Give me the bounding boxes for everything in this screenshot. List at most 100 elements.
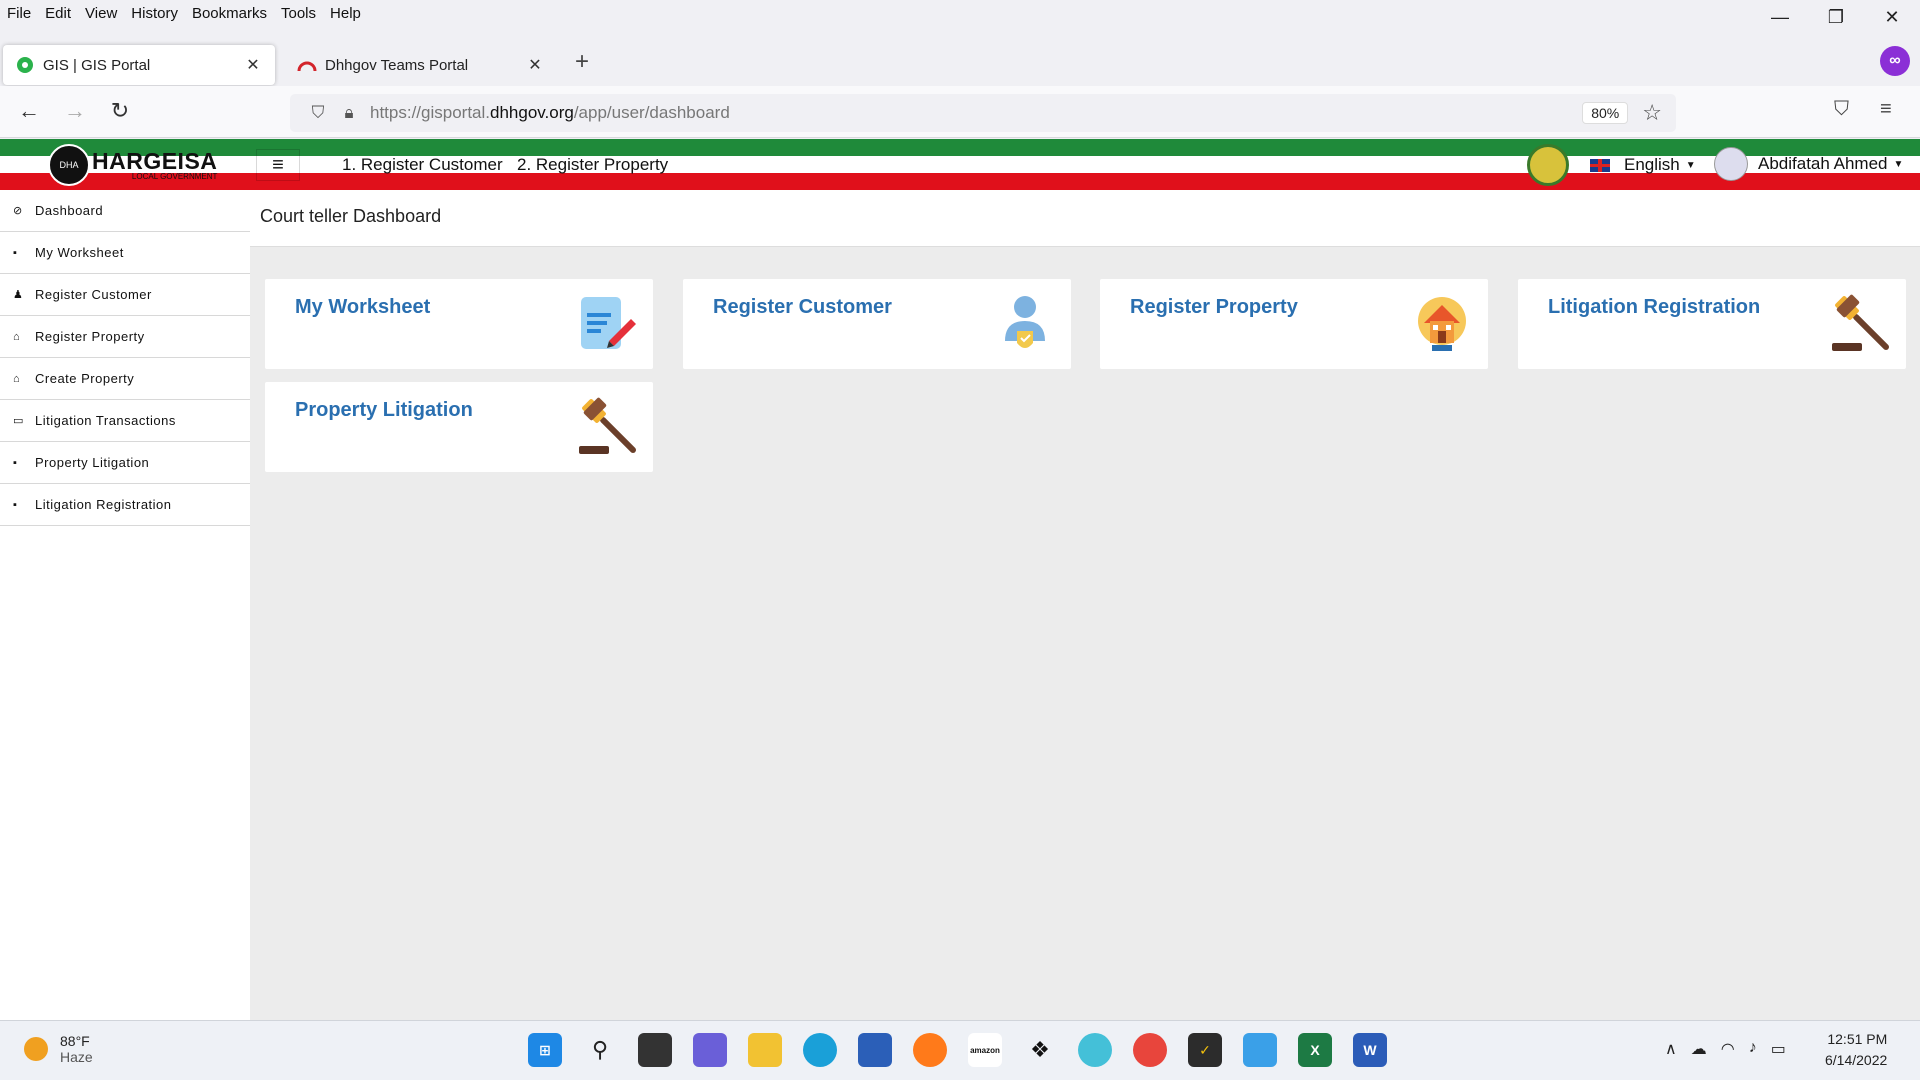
store-icon[interactable] [858, 1033, 892, 1067]
lock-icon[interactable]: 🔒︎ [336, 103, 362, 123]
tab-strip: GIS | GIS Portal ✕ Dhhgov Teams Portal ✕… [0, 40, 1920, 86]
minimize-button[interactable]: — [1752, 0, 1808, 34]
shield-icon[interactable]: ⛉ [300, 103, 336, 123]
hamburger-menu-icon[interactable]: ≡ [256, 149, 300, 181]
wifi-icon[interactable]: ◠ [1721, 1039, 1735, 1059]
card-litigation-registration[interactable]: Litigation Registration [1518, 279, 1906, 369]
teams-chat-icon[interactable] [693, 1033, 727, 1067]
word-icon[interactable]: W [1353, 1033, 1387, 1067]
zoom-level[interactable]: 80% [1582, 102, 1629, 124]
shortcut-register-customer[interactable]: 1. Register Customer [342, 155, 503, 175]
menu-help[interactable]: Help [323, 5, 368, 22]
menu-bookmarks[interactable]: Bookmarks [185, 5, 274, 22]
menu-history[interactable]: History [124, 5, 185, 22]
menu-tools[interactable]: Tools [274, 5, 323, 22]
sidebar-item-register-customer[interactable]: ♟ Register Customer [0, 274, 250, 316]
url-text[interactable]: https://gisportal.dhhgov.org/app/user/da… [370, 103, 1582, 123]
tab-gis-portal[interactable]: GIS | GIS Portal ✕ [3, 45, 275, 85]
bookmark-star-icon[interactable]: ☆ [1642, 100, 1662, 126]
firefox-icon[interactable] [913, 1033, 947, 1067]
sidebar: ⊘ Dashboard ▪ My Worksheet ♟ Register Custo… [0, 190, 250, 1020]
user-menu[interactable]: Abdifatah Ahmed ▼ [1714, 147, 1903, 181]
chrome-icon[interactable] [1133, 1033, 1167, 1067]
book-icon: ▪ [13, 456, 18, 469]
app-menu-icon[interactable]: ≡ [1880, 98, 1892, 121]
pocket-icon[interactable]: ⛉ [1834, 98, 1849, 121]
user-icon: ♟ [13, 289, 24, 301]
language-selector[interactable]: English ▼ [1590, 155, 1696, 175]
close-tab-icon[interactable]: ✕ [525, 55, 545, 75]
sidebar-item-create-property[interactable]: ⌂ Create Property [0, 358, 250, 400]
dropbox-icon[interactable]: ❖ [1023, 1033, 1057, 1067]
reload-button[interactable]: ↻ [105, 98, 135, 124]
shortcut-register-property[interactable]: 2. Register Property [517, 155, 668, 175]
uk-flag-icon [1590, 158, 1610, 172]
edge-icon[interactable] [803, 1033, 837, 1067]
hargeisa-logo[interactable]: DHA HARGEISA LOCAL GOVERNMENT [48, 143, 217, 187]
sidebar-item-property-litigation[interactable]: ▪ Property Litigation [0, 442, 250, 484]
card-my-worksheet[interactable]: My Worksheet [265, 279, 653, 369]
logo-subtitle: LOCAL GOVERNMENT [131, 171, 218, 181]
logo-emblem-icon: DHA [48, 144, 90, 186]
home-icon: ⌂ [13, 330, 21, 343]
mail-icon[interactable] [1078, 1033, 1112, 1067]
home-icon: ⌂ [13, 372, 21, 385]
forward-button[interactable]: → [60, 98, 90, 124]
start-icon[interactable]: ⊞ [528, 1033, 562, 1067]
sidebar-item-register-property[interactable]: ⌂ Register Property [0, 316, 250, 358]
menu-view[interactable]: View [78, 5, 124, 22]
restore-button[interactable]: ❐ [1808, 0, 1864, 34]
chevron-up-icon[interactable]: ∧ [1665, 1039, 1677, 1059]
battery-icon[interactable]: ▭ [1771, 1039, 1786, 1059]
government-seal-icon [1527, 144, 1569, 186]
sidebar-item-label: Property Litigation [35, 455, 150, 470]
search-icon[interactable]: ⚲ [583, 1033, 617, 1067]
close-window-button[interactable]: ✕ [1864, 0, 1920, 34]
chevron-down-icon: ▼ [1893, 158, 1904, 170]
card-title: Register Property [1130, 296, 1298, 318]
new-tab-button[interactable]: + [575, 48, 589, 76]
logo-title: HARGEISA [92, 147, 218, 174]
tab-teams-portal[interactable]: Dhhgov Teams Portal ✕ [285, 45, 557, 85]
card-register-property[interactable]: Register Property [1100, 279, 1488, 369]
chevron-down-icon: ▼ [1685, 159, 1696, 171]
sidebar-item-litigation-transactions[interactable]: ▭ Litigation Transactions [0, 400, 250, 442]
weather-widget[interactable]: 88°F Haze [24, 1033, 93, 1065]
extension-icon[interactable]: ∞ [1880, 46, 1910, 76]
dashboard-area: My Worksheet Register Customer Register … [250, 247, 1920, 1020]
amazon-icon[interactable]: amazon [968, 1033, 1002, 1067]
sidebar-item-label: Litigation Registration [35, 497, 172, 512]
task-view-icon[interactable] [638, 1033, 672, 1067]
user-name: Abdifatah Ahmed [1758, 154, 1888, 173]
card-title: Property Litigation [295, 399, 473, 421]
norton-icon[interactable]: ✓ [1188, 1033, 1222, 1067]
cloud-icon[interactable]: ☁ [1691, 1039, 1707, 1059]
back-button[interactable]: ← [14, 98, 44, 124]
excel-icon[interactable]: X [1298, 1033, 1332, 1067]
card-property-litigation[interactable]: Property Litigation [265, 382, 653, 472]
menu-file[interactable]: File [0, 5, 38, 22]
avatar [1714, 147, 1748, 181]
teams-favicon-icon [297, 55, 317, 75]
sidebar-item-label: Create Property [35, 371, 135, 386]
gis-favicon-icon [15, 55, 35, 75]
taskbar: 88°F Haze ⊞ ⚲ amazon ❖ ✓ X W ∧ ☁ ◠ ♪ ▭ 1… [0, 1020, 1920, 1080]
sidebar-item-my-worksheet[interactable]: ▪ My Worksheet [0, 232, 250, 274]
tab-title: Dhhgov Teams Portal [325, 56, 469, 74]
close-tab-icon[interactable]: ✕ [243, 55, 263, 75]
weather-icon [24, 1037, 48, 1061]
menu-edit[interactable]: Edit [38, 5, 78, 22]
notepad-icon[interactable] [1243, 1033, 1277, 1067]
url-bar[interactable]: ⛉ 🔒︎ https://gisportal.dhhgov.org/app/us… [290, 94, 1676, 132]
property-icon [1418, 297, 1466, 351]
sidebar-item-dashboard[interactable]: ⊘ Dashboard [0, 190, 250, 232]
file-explorer-icon[interactable] [748, 1033, 782, 1067]
clock-date: 6/14/2022 [1825, 1052, 1888, 1068]
clock[interactable]: 12:51 PM 6/14/2022 [1825, 1029, 1887, 1071]
worksheet-icon [581, 297, 636, 349]
volume-icon[interactable]: ♪ [1749, 1039, 1757, 1059]
card-register-customer[interactable]: Register Customer [683, 279, 1071, 369]
gavel-icon [1832, 294, 1889, 351]
dashboard-icon: ⊘ [13, 205, 23, 217]
sidebar-item-litigation-registration[interactable]: ▪ Litigation Registration [0, 484, 250, 526]
